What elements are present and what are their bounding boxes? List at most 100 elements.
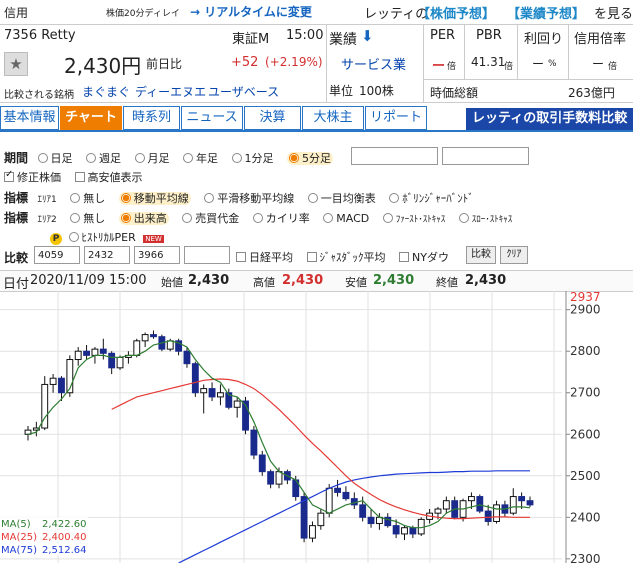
compare-input-2[interactable]: 2432	[84, 246, 130, 264]
pbr-label: PBR	[476, 28, 502, 43]
jasdaq-checkbox[interactable]: ｼﾞｬｽﾀﾞｯｸ平均	[306, 251, 386, 264]
ma-legend-name: MA(5)	[1, 519, 31, 530]
period-yearly[interactable]: 年足	[183, 152, 218, 165]
candle	[91, 348, 99, 356]
high-label: 高値	[253, 276, 275, 289]
compare-stock-1[interactable]: まぐまぐ	[82, 83, 130, 100]
tab-news[interactable]: ニュース	[181, 106, 243, 130]
period-daily[interactable]: 日足	[37, 152, 73, 165]
delay-note: 株価20分ディレイ	[106, 9, 180, 19]
realtime-link[interactable]: → リアルタイムに変更	[190, 3, 312, 20]
candle	[409, 527, 417, 535]
historical-per-option[interactable]: ﾋｽﾄﾘｶﾙPER	[68, 231, 136, 244]
margin-label: 信用倍率	[574, 32, 627, 47]
fee-comparison-banner[interactable]: レッティの取引手数料比較	[466, 108, 633, 130]
y-tick-label: 2800	[570, 344, 601, 358]
period-label: 期間	[4, 151, 29, 165]
candle	[183, 350, 191, 365]
candle	[401, 527, 408, 535]
period-end-input[interactable]	[442, 147, 529, 165]
compare-stock-3[interactable]: ユーザベース	[208, 83, 279, 100]
ma-legend-value: 2,400.40	[42, 532, 87, 543]
area1-smoothed-ma[interactable]: 平滑移動平均線	[204, 192, 294, 205]
compare-label: 比較される銘柄	[4, 90, 74, 101]
candle	[317, 512, 325, 527]
tab-shareholders[interactable]: 大株主	[302, 106, 364, 130]
nydow-checkbox[interactable]: NYダウ	[399, 251, 449, 264]
options-row: ✓ 修正株価 高安値表示	[4, 169, 153, 185]
highlow-checkbox[interactable]: 高安値表示	[74, 171, 143, 184]
ma-legend-value: 2,422.60	[42, 519, 87, 530]
period-5min[interactable]: 5分足	[287, 152, 334, 165]
period-weekly[interactable]: 週足	[86, 152, 121, 165]
shinyo-label: 信用	[4, 6, 29, 20]
high-value: 2,430	[282, 273, 324, 288]
y-tick-label: 2700	[570, 386, 601, 400]
area2-deviation[interactable]: カイリ率	[252, 212, 310, 225]
y-tick-label: 2300	[570, 552, 601, 563]
unit-label: 単位	[329, 84, 354, 98]
per-label: PER	[430, 28, 456, 43]
compare-button[interactable]: 比較	[466, 246, 496, 264]
area2-turnover[interactable]: 売買代金	[182, 212, 239, 225]
area2-fast-stoch[interactable]: ﾌｧｰｽﾄ･ｽﾄｷｬｽ	[382, 213, 445, 225]
period-monthly[interactable]: 月足	[134, 152, 170, 165]
area2-macd[interactable]: MACD	[323, 212, 369, 225]
compare-input-1[interactable]: 4059	[34, 246, 80, 264]
candle	[233, 400, 241, 408]
candle	[359, 504, 367, 518]
area2-slow-stoch[interactable]: ｽﾛｰ･ｽﾄｷｬｽ	[458, 213, 512, 225]
candle	[250, 429, 258, 456]
p-badge-icon: P	[50, 233, 62, 245]
pbr-unit: 倍	[504, 62, 514, 72]
yield-value: ー	[532, 57, 545, 71]
candle	[191, 363, 199, 394]
area1-label: ｴﾘｱ1	[37, 195, 57, 205]
area2-volume[interactable]: 出来高	[118, 212, 169, 225]
code-name: 7356 Retty	[4, 28, 76, 43]
close-value: 2,430	[465, 273, 507, 288]
period-1min[interactable]: 1分足	[231, 152, 274, 165]
compare-index-options: 日経平均 ｼﾞｬｽﾀﾞｯｸ平均 NYダウ	[236, 249, 459, 265]
ma-legend-value: 2,512.64	[42, 545, 87, 556]
compare-input-4[interactable]	[184, 246, 230, 264]
gyoseki-label: 業績	[329, 32, 357, 48]
clear-button[interactable]: ｸﾘｱ	[500, 246, 528, 264]
area1-none[interactable]: 無し	[70, 192, 105, 205]
candle	[334, 487, 341, 493]
period-start-input[interactable]	[351, 147, 438, 165]
stock-forecast-link[interactable]: 【株価予想】	[417, 3, 495, 22]
candle	[367, 516, 375, 525]
tab-chart[interactable]: チャート	[60, 106, 122, 130]
candle	[484, 510, 492, 522]
area2-label: ｴﾘｱ2	[37, 215, 57, 225]
sector-link[interactable]: サービス業	[341, 54, 406, 73]
max-price-label: 2937	[570, 291, 601, 304]
compare-input-3[interactable]: 3966	[134, 246, 180, 264]
promo-suffix: を見る	[594, 7, 633, 22]
favorite-button[interactable]: ★	[4, 52, 28, 76]
change-pct: (+2.19%)	[265, 55, 323, 69]
candle	[99, 348, 107, 354]
new-badge: NEW	[143, 235, 164, 243]
candle	[166, 340, 174, 350]
adjusted-price-checkbox[interactable]: ✓ 修正株価	[4, 169, 61, 184]
candle	[325, 487, 333, 514]
compare-row-label: 比較	[4, 251, 29, 265]
tab-report[interactable]: リポート	[365, 106, 427, 130]
candle	[217, 392, 224, 398]
candle	[468, 496, 475, 502]
tab-earnings[interactable]: 決算	[244, 106, 301, 130]
area1-moving-average[interactable]: 移動平均線	[118, 192, 191, 205]
earnings-forecast-link[interactable]: 【業績予想】	[507, 3, 585, 22]
area1-bollinger[interactable]: ﾎﾞﾘﾝｼﾞｬｰﾊﾞﾝﾄﾞ	[389, 192, 474, 205]
candle	[133, 340, 141, 356]
nikkei-checkbox[interactable]: 日経平均	[236, 251, 293, 264]
tab-basic-info[interactable]: 基本情報	[0, 106, 59, 130]
indicator-label-1: 指標	[4, 191, 29, 205]
area2-none[interactable]: 無し	[70, 212, 105, 225]
compare-stock-2[interactable]: ディーエヌエ	[135, 83, 206, 100]
area1-ichimoku[interactable]: 一目均衡表	[307, 192, 376, 205]
tab-timeseries[interactable]: 時系列	[123, 106, 180, 130]
candlestick-chart[interactable]: 2300 2400 2500 2600 2700 2800 29002937 MA(5) 2,4…	[0, 291, 633, 563]
